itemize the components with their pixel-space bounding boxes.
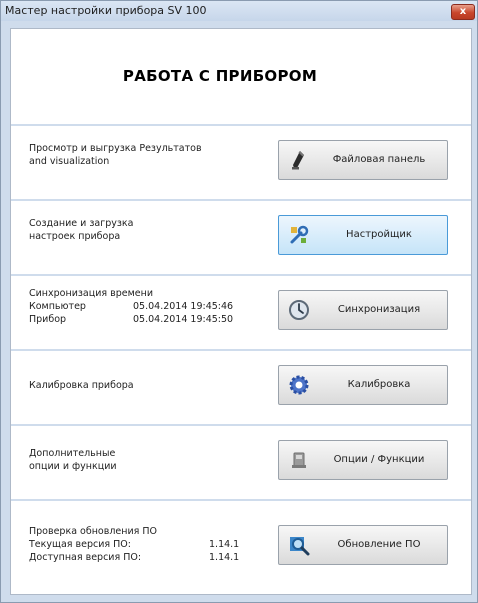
gear-icon xyxy=(289,375,309,395)
section-results: Просмотр и выгрузка Результатов and visu… xyxy=(11,124,471,199)
section-description: Просмотр и выгрузка Результатов and visu… xyxy=(29,142,202,168)
section-heading: Проверка обновления ПО xyxy=(29,526,157,537)
window-title: Мастер настройки прибора SV 100 xyxy=(5,4,207,17)
title-bar[interactable]: Мастер настройки прибора SV 100 x xyxy=(1,1,477,21)
wrench-icon xyxy=(290,225,309,244)
info-value: 1.14.1 xyxy=(209,552,240,563)
button-label: Опции / Функции xyxy=(333,454,425,465)
calibration-button[interactable]: Калибровка xyxy=(278,365,448,405)
main-panel: РАБОТА С ПРИБОРОМ Просмотр и выгрузка Ре… xyxy=(10,28,472,595)
pen-icon xyxy=(292,151,304,170)
info-value: 1.14.1 xyxy=(209,539,240,550)
info-value: 05.04.2014 19:45:50 xyxy=(133,314,234,325)
button-label: Настройщик xyxy=(346,229,412,240)
button-label: Калибровка xyxy=(347,379,411,390)
file-panel-button[interactable]: Файловая панель xyxy=(278,140,448,180)
page-title: РАБОТА С ПРИБОРОМ xyxy=(122,67,318,85)
section-options: Дополнительные опции и функции Опции / Ф… xyxy=(11,424,471,499)
section-description: Создание и загрузка настроек прибора xyxy=(29,217,133,243)
info-label: Компьютер xyxy=(29,301,86,312)
options-button[interactable]: Опции / Функции xyxy=(278,440,448,480)
info-value: 05.04.2014 19:45:46 xyxy=(133,301,234,312)
info-row: Прибор 05.04.2014 19:45:50 xyxy=(29,313,233,326)
app-window: Мастер настройки прибора SV 100 x РАБОТА… xyxy=(0,0,478,603)
description-line: опции и функции xyxy=(29,461,117,472)
sync-button[interactable]: Синхронизация xyxy=(278,290,448,330)
close-button[interactable]: x xyxy=(451,4,475,20)
close-icon: x xyxy=(459,6,467,17)
description-line: настроек прибора xyxy=(29,231,121,242)
info-row: Текущая версия ПО: 1.14.1 xyxy=(29,538,239,551)
section-settings: Создание и загрузка настроек прибора Нас… xyxy=(11,199,471,274)
button-label: Обновление ПО xyxy=(337,539,421,550)
magnifier-icon xyxy=(290,537,310,556)
info-label: Доступная версия ПО: xyxy=(29,552,142,563)
description-line: Дополнительные xyxy=(29,448,116,459)
device-icon xyxy=(292,452,306,468)
description-line: Просмотр и выгрузка Результатов xyxy=(29,143,202,154)
button-label: Файловая панель xyxy=(332,154,426,165)
section-description: Дополнительные опции и функции xyxy=(29,447,117,473)
header: РАБОТА С ПРИБОРОМ xyxy=(11,29,471,124)
section-time-sync: Синхронизация времени Компьютер 05.04.201… xyxy=(11,274,471,349)
clock-icon xyxy=(289,300,309,320)
button-label: Синхронизация xyxy=(337,304,421,315)
info-label: Текущая версия ПО: xyxy=(29,539,131,550)
section-description: Калибровка прибора xyxy=(29,379,134,392)
info-row: Доступная версия ПО: 1.14.1 xyxy=(29,551,239,564)
update-button[interactable]: Обновление ПО xyxy=(278,525,448,565)
description-line: and visualization xyxy=(29,156,110,167)
section-description: Проверка обновления ПО Текущая версия ПО… xyxy=(29,525,239,564)
section-calibration: Калибровка прибора Калибровка xyxy=(11,349,471,424)
section-heading: Синхронизация времени xyxy=(29,288,153,299)
description-line: Калибровка прибора xyxy=(29,380,134,391)
info-label: Прибор xyxy=(29,314,67,325)
configurator-button[interactable]: Настройщик xyxy=(278,215,448,255)
section-description: Синхронизация времени Компьютер 05.04.201… xyxy=(29,287,233,326)
section-update: Проверка обновления ПО Текущая версия ПО… xyxy=(11,499,471,594)
description-line: Создание и загрузка xyxy=(29,218,134,229)
info-row: Компьютер 05.04.2014 19:45:46 xyxy=(29,300,233,313)
